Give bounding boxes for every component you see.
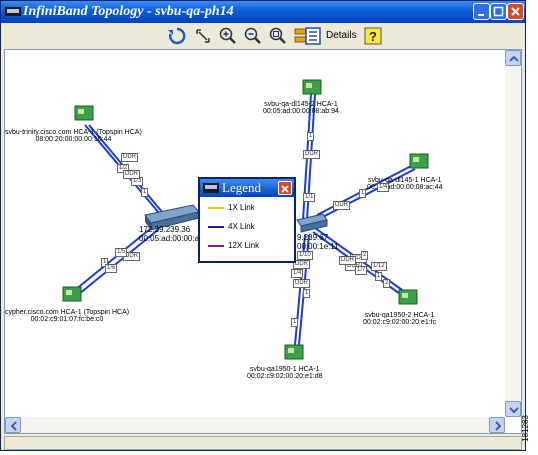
legend-popup[interactable]: Legend 1X Link 4X Link 12X Link	[198, 177, 296, 263]
port-label: DDR	[303, 150, 320, 159]
hca-card-icon-dl145-1	[409, 153, 429, 169]
port-label: 1	[141, 188, 149, 197]
refresh-icon[interactable]	[167, 26, 187, 46]
details-label[interactable]: Details	[326, 30, 357, 41]
node-label-dl145-2[interactable]: svbu-qa-dl145-2 HCA-1 00:05:ad:00:00:08:…	[263, 101, 339, 115]
toolbar: Details ?	[1, 23, 525, 49]
legend-item-label: 4X Link	[228, 222, 255, 231]
topology-canvas[interactable]: svbu-qa-dl145-2 HCA-1 00:05:ad:00:00:08:…	[4, 49, 522, 434]
details-list-icon[interactable]	[303, 26, 323, 46]
legend-item-4x: 4X Link	[208, 222, 288, 234]
port-label: 1/10	[297, 251, 313, 260]
svg-text:?: ?	[369, 29, 377, 44]
hca-card-icon-qa1950-1	[284, 344, 304, 360]
figure-number: 181283	[520, 415, 530, 442]
maximize-icon	[493, 6, 504, 17]
port-label: DDR	[339, 256, 356, 265]
port-label: DDR	[123, 170, 140, 179]
node-label-qa1950-2[interactable]: svbu-qa1950-2 HCA-1 00:02:c9:02:00:20:e1…	[363, 312, 436, 326]
horizontal-scrollbar[interactable]	[5, 417, 505, 433]
title-bar[interactable]: InfiniBand Topology - svbu-qa-ph14	[1, 1, 525, 23]
close-icon	[511, 7, 520, 16]
hca-card-icon-dl145-2	[302, 79, 322, 95]
scroll-right-button[interactable]	[489, 417, 505, 433]
chevron-left-icon	[10, 421, 17, 431]
legend-title: Legend	[222, 180, 261, 195]
node-label-cypher[interactable]: cypher.cisco.com HCA-1 (Topspin HCA) 00:…	[5, 309, 129, 323]
minimize-icon	[478, 14, 484, 16]
legend-swatch	[208, 207, 224, 209]
port-label: DDR	[293, 279, 310, 288]
node-label-qa1950-1[interactable]: svbu-qa1950-1 HCA-1 00:02:c9:02:00:20:e1…	[247, 366, 323, 380]
scroll-left-button[interactable]	[5, 417, 21, 433]
scroll-down-button[interactable]	[505, 401, 521, 417]
legend-item-label: 12X Link	[228, 241, 260, 250]
scroll-up-button[interactable]	[505, 50, 521, 66]
legend-item-label: 1X Link	[228, 203, 255, 212]
legend-item-12x: 12X Link	[208, 241, 288, 253]
hca-card-icon-trinity	[74, 105, 94, 121]
close-button[interactable]	[507, 3, 524, 20]
legend-item-1x: 1X Link	[208, 203, 288, 215]
legend-swatch	[208, 226, 224, 228]
select-area-icon[interactable]	[193, 26, 213, 46]
port-label: 1/6	[105, 264, 118, 273]
hca-card-icon-cypher	[62, 286, 82, 302]
maximize-button[interactable]	[490, 3, 507, 20]
port-label: 1	[359, 189, 367, 198]
legend-app-icon	[203, 183, 219, 193]
close-icon	[281, 185, 289, 193]
port-label: DDR	[333, 201, 350, 210]
port-label: 1	[375, 272, 383, 281]
legend-swatch	[208, 245, 224, 247]
port-label: 1/12	[371, 262, 387, 271]
chevron-down-icon	[509, 407, 519, 414]
port-label: 1/4	[377, 183, 390, 192]
zoom-in-icon[interactable]	[218, 26, 238, 46]
topology-window: InfiniBand Topology - svbu-qa-ph14 Detai…	[0, 0, 526, 451]
window-title: InfiniBand Topology - svbu-qa-ph14	[23, 4, 234, 19]
port-label: 1	[307, 132, 315, 141]
port-label: 1/1	[303, 193, 316, 202]
minimize-button[interactable]	[473, 3, 490, 20]
vertical-scrollbar[interactable]	[505, 50, 521, 417]
port-label: 2	[361, 251, 369, 260]
switch-label-right[interactable]: 9.239.67 00:00:1e:11	[297, 233, 339, 251]
right-switch-icon	[296, 213, 328, 233]
zoom-fit-icon[interactable]	[268, 26, 288, 46]
window-app-icon	[5, 7, 21, 16]
legend-title-bar[interactable]: Legend	[200, 179, 294, 197]
port-label: 1/4	[291, 269, 304, 278]
legend-close-button[interactable]	[278, 181, 292, 195]
port-label: 1	[303, 289, 311, 298]
port-label: 2	[383, 279, 391, 288]
chevron-up-icon	[509, 55, 519, 62]
zoom-out-icon[interactable]	[243, 26, 263, 46]
hca-card-icon-qa1950-2	[398, 289, 418, 305]
status-bar	[4, 436, 522, 450]
port-label: DDR	[121, 153, 138, 162]
port-label: 1	[291, 318, 299, 327]
node-label-trinity[interactable]: svbu-trinity.cisco.com HCA-1 (Topspin HC…	[5, 129, 142, 143]
chevron-right-icon	[495, 421, 502, 431]
help-icon[interactable]: ?	[363, 26, 383, 46]
port-label: 1/5	[115, 248, 128, 257]
port-label: 1/7	[355, 266, 368, 275]
